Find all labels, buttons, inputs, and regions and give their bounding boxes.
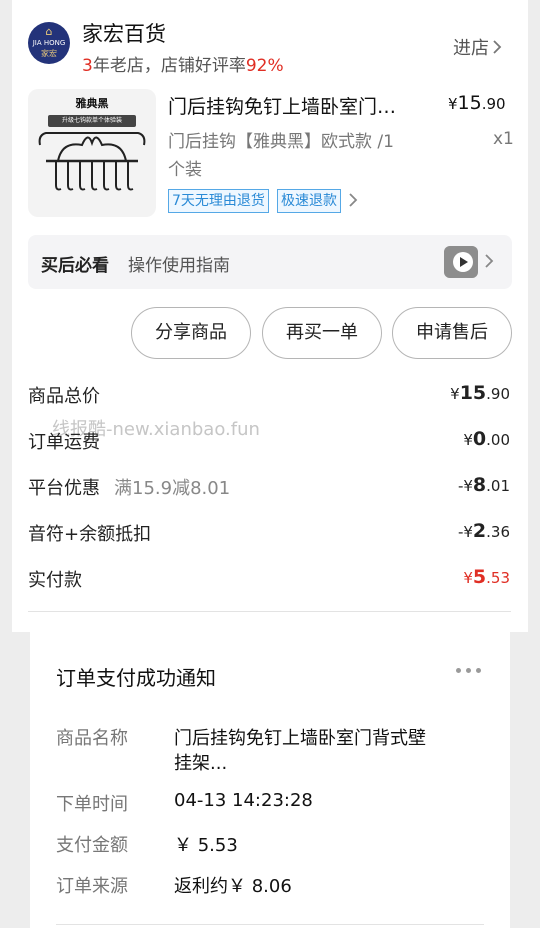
enter-store-button[interactable]: 进店 bbox=[453, 34, 502, 60]
guide-title: 买后必看 bbox=[41, 256, 109, 276]
price-symbol: ¥ bbox=[448, 95, 458, 113]
order-source-value: 返利约￥ 8.06 bbox=[174, 876, 292, 897]
store-info: 3年老店，店铺好评率92% bbox=[82, 51, 284, 76]
shipping-int: 0 bbox=[472, 428, 487, 450]
share-product-button[interactable]: 分享商品 bbox=[131, 307, 251, 359]
chevron-right-icon bbox=[493, 38, 502, 59]
balance-sym: -¥ bbox=[457, 523, 473, 541]
paid-amount-label: 实付款 bbox=[28, 570, 82, 591]
total-sym: ¥ bbox=[450, 385, 460, 403]
balance-deduction-value: -¥2.36 bbox=[458, 520, 510, 542]
store-years: 3 bbox=[82, 56, 93, 76]
order-time-value: 04-13 14:23:28 bbox=[174, 790, 313, 811]
total-dec: .90 bbox=[486, 385, 510, 403]
product-name-value-line1: 门后挂钩免钉上墙卧室门背式壁 bbox=[174, 728, 426, 749]
enter-store-label: 进店 bbox=[453, 38, 489, 59]
product-thumbnail[interactable]: 雅典黑 升级七钩款单个体验装 bbox=[28, 89, 156, 217]
shipping-label: 订单运费 bbox=[28, 432, 100, 453]
balance-dec: .36 bbox=[486, 523, 510, 541]
paid-dec: .53 bbox=[486, 569, 510, 587]
product-name-value-line2: 挂架... bbox=[174, 753, 228, 774]
divider bbox=[28, 611, 511, 612]
price-dec: .90 bbox=[481, 95, 506, 113]
shipping-sym: ¥ bbox=[463, 431, 473, 449]
discount-label-text: 平台优惠 bbox=[28, 478, 100, 499]
discount-note: 满15.9减8.01 bbox=[114, 478, 231, 499]
product-name-label: 商品名称 bbox=[56, 728, 128, 749]
total-price-label: 商品总价 bbox=[28, 386, 100, 407]
product-spec-line2: 个装 bbox=[168, 160, 202, 180]
payment-amount-value: ￥ 5.53 bbox=[174, 835, 238, 856]
product-price: ¥15.90 bbox=[448, 92, 506, 114]
after-purchase-guide[interactable]: 买后必看 操作使用指南 bbox=[28, 235, 512, 289]
tag-7day-return[interactable]: 7天无理由退货 bbox=[168, 189, 269, 213]
product-spec-line1: 门后挂钩【雅典黑】欧式款 /1 bbox=[168, 132, 394, 152]
shipping-value: ¥0.00 bbox=[463, 428, 510, 450]
guide-text: 操作使用指南 bbox=[128, 256, 230, 276]
buy-again-button[interactable]: 再买一单 bbox=[262, 307, 382, 359]
play-icon bbox=[444, 246, 478, 278]
platform-discount-label: 平台优惠 满15.9减8.01 bbox=[28, 474, 230, 500]
logo-text-en: JIA HONG bbox=[32, 39, 66, 47]
discount-dec: .01 bbox=[486, 477, 510, 495]
store-logo[interactable]: ⌂ JIA HONG 家宏 bbox=[28, 22, 70, 64]
logo-text-cn: 家宏 bbox=[41, 49, 57, 58]
divider bbox=[56, 924, 484, 925]
chevron-right-icon bbox=[485, 250, 494, 273]
notification-title: 订单支付成功通知 bbox=[56, 666, 216, 690]
product-quantity: x1 bbox=[493, 129, 514, 149]
order-time-label: 下单时间 bbox=[56, 794, 128, 815]
shipping-dec: .00 bbox=[486, 431, 510, 449]
price-int: 15 bbox=[457, 92, 482, 114]
payment-amount-label: 支付金额 bbox=[56, 835, 128, 856]
tag-fast-refund[interactable]: 极速退款 bbox=[277, 189, 341, 213]
store-rating: 92% bbox=[245, 56, 284, 76]
product-title[interactable]: 门后挂钩免钉上墙卧室门… bbox=[168, 92, 424, 119]
balance-int: 2 bbox=[472, 520, 487, 542]
hook-rack-illustration bbox=[38, 132, 146, 191]
order-source-label: 订单来源 bbox=[56, 876, 128, 897]
discount-sym: -¥ bbox=[457, 477, 473, 495]
paid-sym: ¥ bbox=[463, 569, 473, 587]
chevron-right-icon[interactable] bbox=[349, 187, 358, 212]
paid-amount-value: ¥5.53 bbox=[463, 566, 510, 588]
balance-deduction-label: 音符+余额抵扣 bbox=[28, 524, 152, 545]
paid-int: 5 bbox=[472, 566, 487, 588]
discount-int: 8 bbox=[472, 474, 487, 496]
more-options-icon[interactable] bbox=[456, 668, 482, 674]
store-info-text: 年老店，店铺好评率 bbox=[92, 56, 246, 76]
platform-discount-value: -¥8.01 bbox=[458, 474, 510, 496]
store-name[interactable]: 家宏百货 bbox=[82, 18, 166, 48]
after-sale-button[interactable]: 申请售后 bbox=[392, 307, 512, 359]
house-icon: ⌂ bbox=[45, 25, 53, 38]
total-int: 15 bbox=[459, 382, 487, 404]
video-thumbnail[interactable] bbox=[444, 246, 478, 278]
total-price-value: ¥15.90 bbox=[450, 382, 510, 404]
